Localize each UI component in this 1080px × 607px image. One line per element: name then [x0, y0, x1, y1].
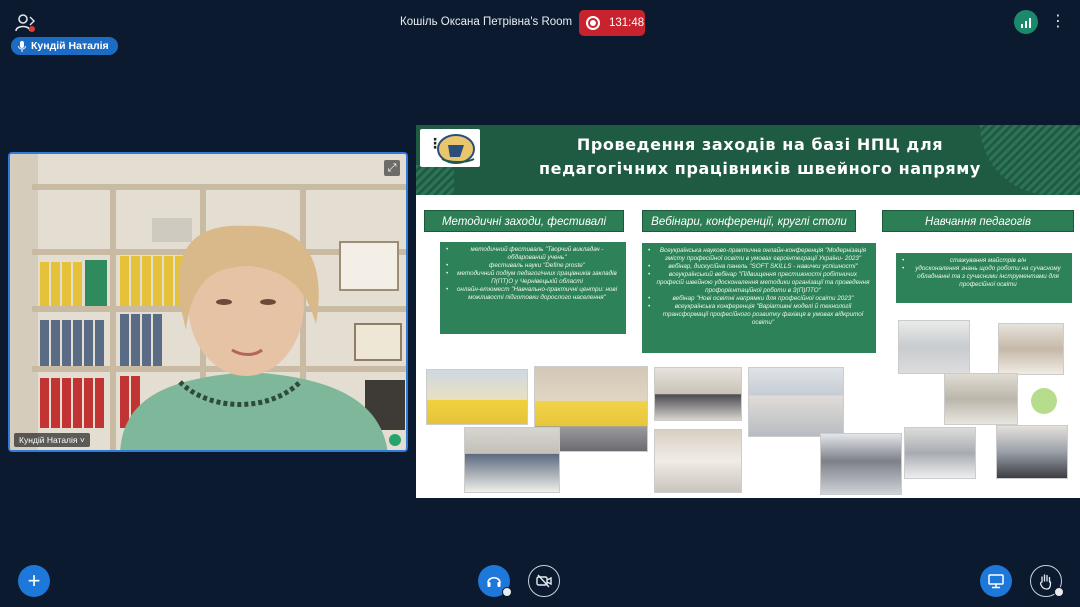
- active-speaker-name: Кундій Наталія: [31, 40, 109, 52]
- audio-options-dot[interactable]: [502, 587, 512, 597]
- event-photo: [748, 367, 844, 437]
- event-photo: [820, 433, 902, 495]
- screen-share-icon: [988, 573, 1004, 588]
- event-photo: [998, 323, 1064, 375]
- list-item: всеукраїнська конференція "Варіативні мо…: [648, 303, 870, 327]
- event-photo: [654, 429, 742, 493]
- signal-icon: [1021, 24, 1023, 28]
- list-item: вебінар, дискусійна панель "SOFT SKILLS …: [648, 263, 870, 271]
- more-vertical-icon: ⋮: [428, 135, 442, 151]
- participant-name-label[interactable]: Кундій Наталія ˅: [14, 433, 90, 447]
- bookshelf-scene: [10, 154, 406, 450]
- room-title: Кошіль Оксана Петрівна's Room: [400, 16, 573, 28]
- mic-icon: [18, 40, 26, 52]
- more-vertical-icon: ⋮: [1050, 13, 1066, 30]
- column-heading-methodical: Методичні заходи, фестивалі: [424, 210, 624, 232]
- mic-active-icon: [389, 434, 401, 446]
- plus-icon: +: [27, 568, 41, 593]
- participant-video-tile[interactable]: ⤢ Кундій Наталія ˅: [8, 152, 408, 452]
- slide-title-line-2: педагогічних працівників швейного напрям…: [539, 159, 981, 178]
- event-photo: [996, 425, 1068, 479]
- column-heading-training: Навчання педагогів: [882, 210, 1074, 232]
- active-speaker-pill[interactable]: Кундій Наталія: [11, 37, 118, 55]
- hand-options-dot[interactable]: [1054, 587, 1064, 597]
- event-photo: [904, 427, 976, 479]
- webinars-box: Всеукраїнська науково-практична онлайн-к…: [642, 243, 876, 353]
- participants-icon: [15, 14, 35, 32]
- more-options-button[interactable]: ⋮: [1050, 12, 1066, 32]
- slide-title: Проведення заходів на базі НПЦ для педаг…: [500, 133, 1020, 181]
- event-photo: [944, 373, 1018, 425]
- decorative-circle: [1031, 388, 1057, 414]
- teacher-training-box: стажування майстрів в/н удосконалення зн…: [896, 253, 1072, 303]
- raise-hand-icon: [1039, 573, 1052, 590]
- list-item: методичний подіум педагогічних працівник…: [446, 270, 620, 286]
- event-photo: [464, 427, 560, 493]
- list-item: онлайн-етюмест "Навчально-практичні цент…: [446, 286, 620, 302]
- signal-bar: [1025, 21, 1027, 28]
- list-item: всеукраїнський вебінар "Підвищення прест…: [648, 271, 870, 295]
- signal-bar: [1029, 18, 1031, 28]
- add-button[interactable]: +: [18, 565, 50, 597]
- list-item: методичний фестиваль "Творчий викладач -…: [446, 246, 620, 262]
- headphones-icon: [487, 576, 501, 587]
- video-toggle-button[interactable]: [528, 565, 560, 597]
- camera-off-icon: [536, 574, 552, 588]
- list-item: вебінар "Нові освітні напрямки для профе…: [648, 295, 870, 303]
- list-item: фестиваль науки "Define proste": [446, 262, 620, 270]
- column-heading-webinars: Вебінари, конференції, круглі столи: [642, 210, 856, 232]
- list-item: стажування майстрів в/н: [902, 257, 1066, 265]
- header-decoration-left: [416, 165, 454, 195]
- recording-time: 131:48: [609, 17, 645, 29]
- slide-title-line-1: Проведення заходів на базі НПЦ для: [576, 135, 944, 154]
- slide-options-button[interactable]: ⋮: [428, 135, 442, 152]
- methodical-events-box: методичний фестиваль "Творчий викладач -…: [440, 242, 626, 334]
- connection-quality-button[interactable]: [1014, 10, 1038, 34]
- expand-icon: ⤢: [387, 162, 397, 174]
- shared-slide: ⋮ Проведення заходів на базі НПЦ для пед…: [416, 125, 1080, 498]
- participants-button[interactable]: [14, 12, 38, 34]
- event-photo: [898, 320, 970, 374]
- event-photo: [426, 369, 528, 425]
- share-screen-button[interactable]: [980, 565, 1012, 597]
- recording-badge[interactable]: 131:48: [579, 10, 645, 36]
- fullscreen-button[interactable]: ⤢: [384, 160, 400, 176]
- list-item: удосконалення знань щодо роботи на сучас…: [902, 265, 1066, 289]
- event-photo: [654, 367, 742, 421]
- list-item: Всеукраїнська науково-практична онлайн-к…: [648, 247, 870, 263]
- record-icon: [586, 16, 600, 30]
